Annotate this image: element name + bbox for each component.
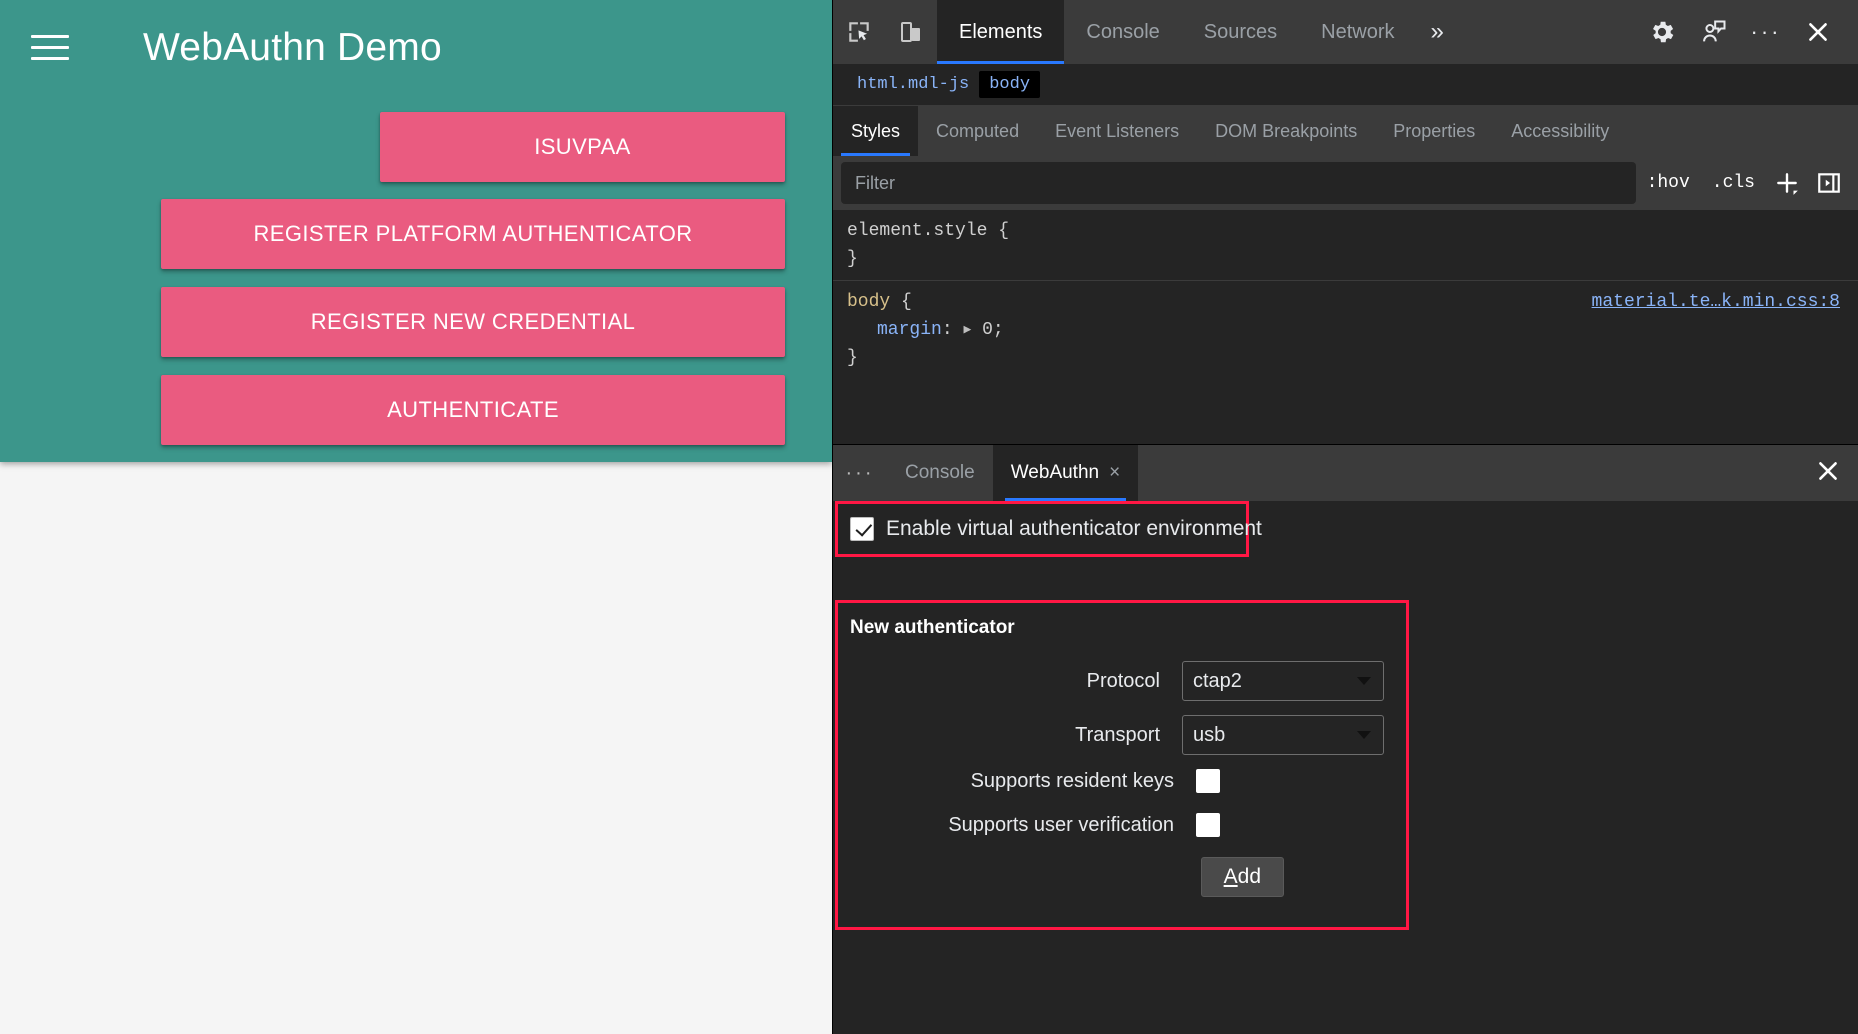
css-declaration[interactable]: margin: ▶ 0;: [847, 317, 1844, 345]
styles-sidebar-tabs: Styles Computed Event Listeners DOM Brea…: [833, 106, 1858, 156]
resident-keys-row: Supports resident keys: [838, 769, 1406, 793]
protocol-field-row: Protocol ctap2: [838, 661, 1406, 701]
styles-filter-row: :hov .cls: [833, 156, 1858, 210]
css-close-brace: }: [847, 345, 1844, 373]
register-new-credential-button[interactable]: REGISTER NEW CREDENTIAL: [161, 287, 785, 357]
plus-glyph: [1774, 170, 1800, 196]
supports-resident-keys-checkbox[interactable]: [1196, 769, 1220, 793]
page-header: WebAuthn Demo ISUVPAA REGISTER PLATFORM …: [0, 0, 832, 462]
feedback-person-icon[interactable]: [1688, 7, 1740, 57]
transport-label: Transport: [1075, 724, 1160, 747]
user-verification-row: Supports user verification: [838, 813, 1406, 837]
css-selector[interactable]: element.style: [847, 221, 987, 241]
drawer-tab-webauthn[interactable]: WebAuthn ×: [993, 445, 1139, 501]
subtab-dom-breakpoints[interactable]: DOM Breakpoints: [1197, 106, 1375, 156]
hamburger-bar: [31, 35, 69, 38]
expand-shorthand-icon[interactable]: ▶: [963, 320, 971, 340]
device-toolbar-icon[interactable]: [885, 7, 937, 57]
plus-icon[interactable]: [1766, 162, 1808, 204]
css-property[interactable]: margin: [877, 320, 942, 340]
enable-virtual-authenticator-checkbox[interactable]: [850, 517, 874, 541]
subtab-properties[interactable]: Properties: [1375, 106, 1493, 156]
web-page-viewport: WebAuthn Demo ISUVPAA REGISTER PLATFORM …: [0, 0, 832, 1034]
device-toolbar-glyph: [899, 20, 923, 44]
devtools-drawer: ··· Console WebAuthn × Enable virtual au…: [833, 444, 1858, 1034]
more-options-icon[interactable]: ···: [1740, 7, 1792, 57]
close-drawer-glyph: [1815, 458, 1841, 484]
protocol-select[interactable]: ctap2: [1182, 661, 1384, 701]
css-source-link[interactable]: material.te…k.min.css:8: [1592, 289, 1840, 317]
inspect-element-glyph: [846, 19, 872, 45]
css-value[interactable]: 0;: [982, 320, 1004, 340]
hamburger-bar: [31, 57, 69, 60]
user-verification-label: Supports user verification: [948, 814, 1174, 837]
sidebar-toggle-glyph: [1816, 170, 1842, 196]
page-title: WebAuthn Demo: [143, 26, 442, 70]
gear-icon[interactable]: [1636, 7, 1688, 57]
more-tabs-chevron-icon[interactable]: »: [1417, 0, 1458, 64]
css-rule-body[interactable]: material.te…k.min.css:8 body { margin: ▶…: [833, 280, 1858, 379]
subtab-styles[interactable]: Styles: [833, 106, 918, 156]
tab-console[interactable]: Console: [1064, 0, 1181, 64]
styles-rules-pane: element.style { } material.te…k.min.css:…: [833, 210, 1858, 394]
feedback-glyph: [1700, 18, 1728, 46]
css-open-brace: {: [998, 221, 1009, 241]
protocol-selected-value: ctap2: [1193, 670, 1242, 693]
add-button-row: Add: [838, 857, 1406, 897]
chevron-down-icon: [1357, 731, 1371, 739]
breadcrumb-item-html[interactable]: html.mdl-js: [847, 71, 979, 98]
tab-network[interactable]: Network: [1299, 0, 1416, 64]
isuvpaa-button[interactable]: ISUVPAA: [380, 112, 785, 182]
add-authenticator-button[interactable]: Add: [1201, 857, 1284, 897]
supports-user-verification-checkbox[interactable]: [1196, 813, 1220, 837]
devtools-toolbar-actions: ···: [1636, 7, 1858, 57]
subtab-event-listeners[interactable]: Event Listeners: [1037, 106, 1197, 156]
webauthn-panel: Enable virtual authenticator environment…: [833, 501, 1858, 1034]
computed-sidebar-toggle-icon[interactable]: [1808, 162, 1850, 204]
hamburger-bar: [31, 46, 69, 49]
styles-filter-input[interactable]: [841, 162, 1636, 204]
subtab-accessibility[interactable]: Accessibility: [1493, 106, 1627, 156]
authenticate-button[interactable]: AUTHENTICATE: [161, 375, 785, 445]
breadcrumb-item-body[interactable]: body: [979, 71, 1040, 98]
add-button-label-rest: dd: [1238, 865, 1261, 888]
close-icon[interactable]: [1792, 7, 1844, 57]
tab-sources[interactable]: Sources: [1182, 0, 1299, 64]
hamburger-menu-icon[interactable]: [31, 35, 69, 65]
hov-toggle[interactable]: :hov: [1636, 173, 1701, 193]
css-close-brace: }: [847, 246, 1844, 274]
protocol-label: Protocol: [1087, 670, 1160, 693]
new-authenticator-section: New authenticator Protocol ctap2 Transpo…: [835, 600, 1409, 930]
cls-toggle[interactable]: .cls: [1701, 173, 1766, 193]
drawer-tab-bar: ··· Console WebAuthn ×: [833, 445, 1858, 501]
devtools-panel: Elements Console Sources Network » ···: [832, 0, 1858, 1034]
resident-keys-label: Supports resident keys: [971, 770, 1174, 793]
more-tools-icon[interactable]: ···: [833, 462, 887, 485]
add-button-accesskey: A: [1224, 865, 1238, 888]
devtools-toolbar: Elements Console Sources Network » ···: [833, 0, 1858, 64]
tab-elements[interactable]: Elements: [937, 0, 1064, 64]
transport-selected-value: usb: [1193, 724, 1225, 747]
enable-virtual-authenticator-row[interactable]: Enable virtual authenticator environment: [835, 501, 1249, 557]
close-drawer-icon[interactable]: [1815, 458, 1841, 488]
chevron-down-icon: [1357, 677, 1371, 685]
close-tab-icon[interactable]: ×: [1109, 462, 1120, 484]
drawer-tab-label: WebAuthn: [1011, 462, 1099, 484]
transport-field-row: Transport usb: [838, 715, 1406, 755]
breadcrumb: html.mdl-js body: [833, 64, 1858, 106]
subtab-computed[interactable]: Computed: [918, 106, 1037, 156]
drawer-tab-label: Console: [905, 462, 975, 484]
new-authenticator-title: New authenticator: [838, 617, 1406, 639]
inspect-element-icon[interactable]: [833, 7, 885, 57]
drawer-tab-console[interactable]: Console: [887, 445, 993, 501]
register-platform-authenticator-button[interactable]: REGISTER PLATFORM AUTHENTICATOR: [161, 199, 785, 269]
css-rule-element-style[interactable]: element.style { }: [833, 216, 1858, 280]
css-selector[interactable]: body: [847, 292, 890, 312]
enable-virtual-authenticator-label: Enable virtual authenticator environment: [886, 517, 1262, 541]
css-open-brace: {: [901, 292, 912, 312]
close-glyph: [1805, 19, 1831, 45]
transport-select[interactable]: usb: [1182, 715, 1384, 755]
css-rule-header: element.style {: [847, 218, 1844, 246]
gear-glyph: [1648, 18, 1676, 46]
